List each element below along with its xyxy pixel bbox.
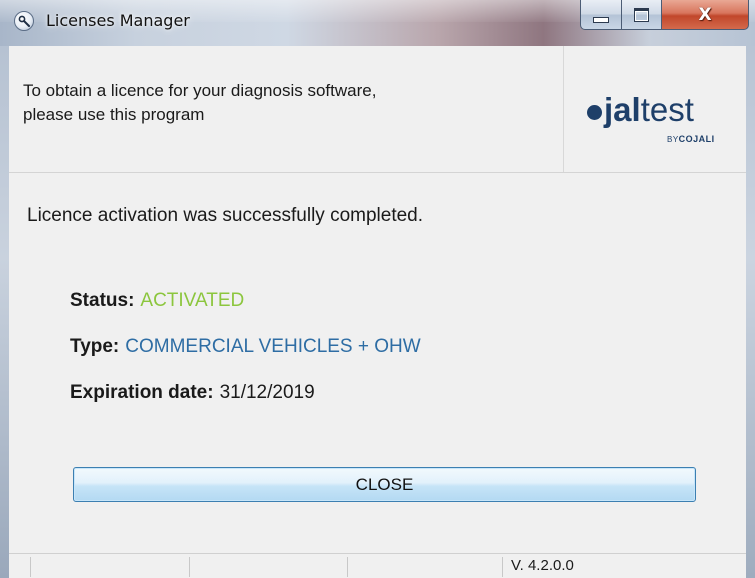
type-value: COMMERCIAL VEHICLES + OHW xyxy=(125,336,421,357)
maximize-button[interactable] xyxy=(621,0,662,30)
status-bar-cell xyxy=(348,557,503,577)
logo-cojali: COJALI xyxy=(678,134,715,144)
maximize-icon xyxy=(634,7,649,22)
title-bar[interactable]: Licenses Manager X xyxy=(0,0,755,47)
app-icon[interactable] xyxy=(14,11,34,31)
close-icon: X xyxy=(698,4,712,25)
close-window-button[interactable]: X xyxy=(661,0,749,30)
header-panel: To obtain a licence for your diagnosis s… xyxy=(9,46,746,173)
jaltest-logo: jaltest BYCOJALI xyxy=(587,91,727,146)
licenses-manager-window: Licenses Manager X To obtain a licence f… xyxy=(0,0,755,578)
window-frame-right xyxy=(746,46,755,578)
expiration-label: Expiration date: xyxy=(70,382,214,403)
logo-jal: jal xyxy=(604,91,641,128)
header-instruction: To obtain a licence for your diagnosis s… xyxy=(23,79,543,127)
type-label: Type: xyxy=(70,336,120,357)
status-label: Status: xyxy=(70,290,135,311)
header-instruction-line1: To obtain a licence for your diagnosis s… xyxy=(23,81,377,100)
type-row: Type: COMMERCIAL VEHICLES + OHW xyxy=(70,336,421,358)
expiration-row: Expiration date: 31/12/2019 xyxy=(70,382,315,404)
caption-buttons: X xyxy=(580,0,749,31)
logo-by: BY xyxy=(667,135,679,144)
activation-message: Licence activation was successfully comp… xyxy=(27,205,424,226)
window-title: Licenses Manager xyxy=(46,11,190,30)
status-row: Status: ACTIVATED xyxy=(70,290,244,312)
minimize-icon xyxy=(593,16,609,23)
version-label: V. 4.2.0.0 xyxy=(511,557,574,574)
header-divider xyxy=(563,46,564,172)
logo-wordmark: jaltest xyxy=(587,91,694,129)
content-panel: Licence activation was successfully comp… xyxy=(9,173,746,553)
window-frame-left xyxy=(0,46,9,578)
status-bar-cell xyxy=(9,557,31,577)
status-bar-cell xyxy=(190,557,348,577)
expiration-value: 31/12/2019 xyxy=(219,382,315,403)
close-button[interactable]: CLOSE xyxy=(73,467,696,502)
logo-test: test xyxy=(640,91,694,128)
header-instruction-line2: please use this program xyxy=(23,105,205,124)
status-bar: V. 4.2.0.0 xyxy=(9,553,746,578)
minimize-button[interactable] xyxy=(580,0,622,30)
logo-byline: BYCOJALI xyxy=(667,134,715,144)
status-value: ACTIVATED xyxy=(140,290,245,311)
client-area: To obtain a licence for your diagnosis s… xyxy=(9,46,746,578)
logo-dot-icon xyxy=(587,105,602,120)
status-bar-cell xyxy=(31,557,190,577)
